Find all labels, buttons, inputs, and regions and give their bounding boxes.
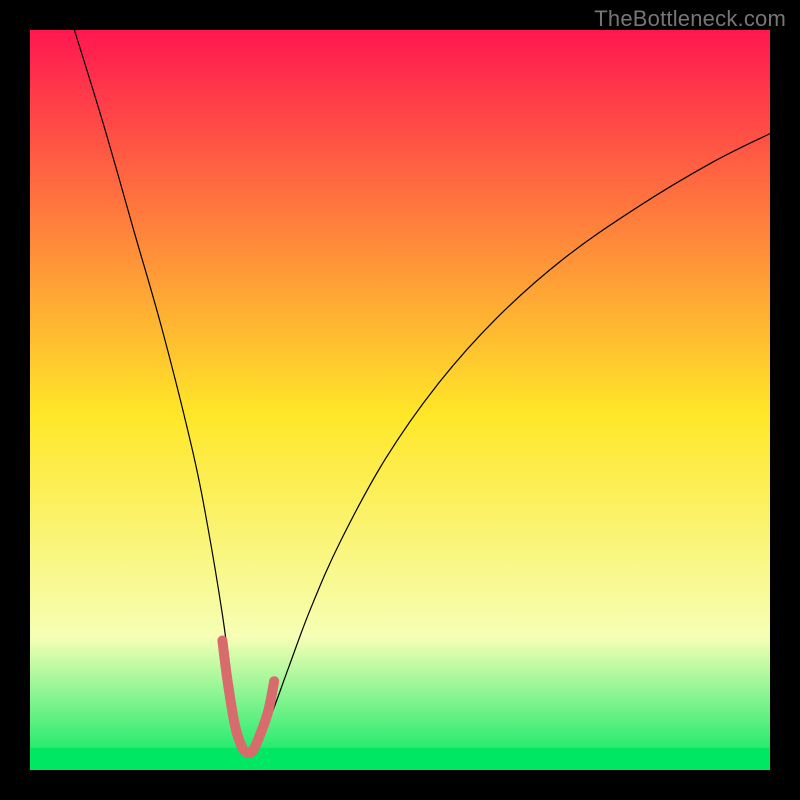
gradient-background [30, 30, 770, 770]
watermark-text: TheBottleneck.com [594, 6, 786, 32]
bottleneck-chart [30, 30, 770, 770]
green-band [30, 748, 770, 770]
plot-area [30, 30, 770, 770]
chart-frame: TheBottleneck.com [0, 0, 800, 800]
